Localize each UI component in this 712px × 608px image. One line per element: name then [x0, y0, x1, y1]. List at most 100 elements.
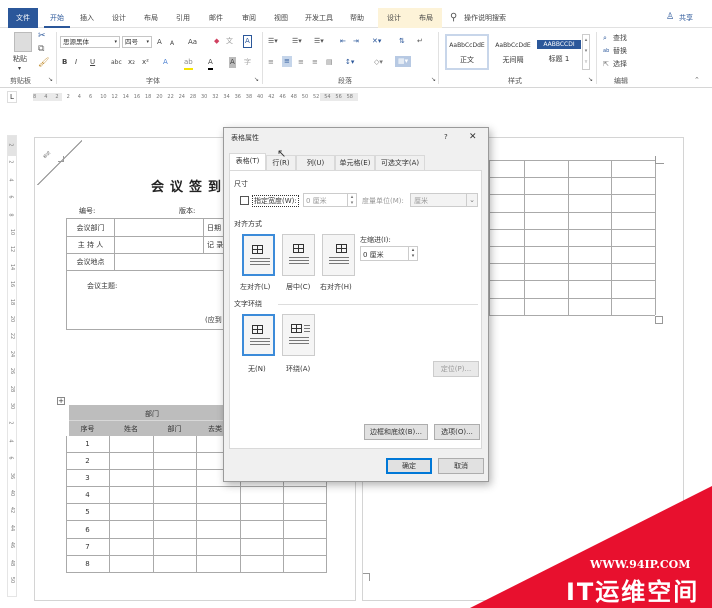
- vertical-ruler[interactable]: 2 2 4 6 8 10 12 14 16 18 20 22 24 26 28 30 2 4 6 36 40 42 44 46…: [7, 135, 17, 597]
- enclose-char-button[interactable]: 字: [244, 57, 251, 68]
- superscript-button[interactable]: x²: [142, 57, 149, 68]
- grow-font-button[interactable]: A: [157, 37, 162, 48]
- char-shading-button[interactable]: A: [229, 57, 236, 68]
- tab-view[interactable]: 视图: [268, 8, 294, 28]
- dialog-tab-cell[interactable]: 单元格(E): [335, 155, 375, 170]
- char-border-button[interactable]: A: [243, 35, 252, 48]
- bold-button[interactable]: B: [62, 57, 67, 68]
- cancel-button[interactable]: 取消: [438, 458, 484, 474]
- horizontal-ruler[interactable]: L 8 4 2 2 4 6 10 12 14 16 18 20 22 24 28 30 32 34 36 38 40 42…: [0, 88, 712, 106]
- align-right-option[interactable]: [322, 234, 355, 276]
- table-resize-handle[interactable]: [655, 316, 663, 324]
- wrap-none-option[interactable]: [242, 314, 275, 356]
- shading-icon[interactable]: ◇▾: [374, 57, 383, 68]
- font-color-button[interactable]: A: [208, 57, 213, 70]
- multilevel-list-icon[interactable]: ☰▾: [314, 36, 324, 47]
- align-right-icon[interactable]: ≡: [298, 57, 304, 68]
- tell-me-search[interactable]: 操作说明搜索: [464, 8, 524, 28]
- borders-icon[interactable]: ▦▾: [395, 56, 412, 67]
- width-spinner[interactable]: ▴ ▾: [347, 194, 356, 206]
- share-button[interactable]: 共享: [676, 8, 696, 28]
- numbering-icon[interactable]: ☰▾: [292, 36, 302, 47]
- select-button[interactable]: 选择: [613, 59, 627, 70]
- page2-table[interactable]: [489, 160, 656, 316]
- strikethrough-button[interactable]: abc: [111, 57, 122, 68]
- font-family-select[interactable]: 思源黑体 ▾: [60, 36, 120, 48]
- indent-spinner[interactable]: ▴ ▾: [408, 247, 417, 260]
- tab-developer[interactable]: 开发工具: [300, 8, 338, 28]
- sort-icon[interactable]: ⇅: [399, 36, 405, 47]
- close-button[interactable]: ✕: [469, 132, 477, 142]
- bullets-icon[interactable]: ☰▾: [268, 36, 278, 47]
- font-launcher-icon[interactable]: ↘: [254, 76, 259, 83]
- options-button[interactable]: 选项(O)...: [434, 424, 480, 440]
- style-no-spacing[interactable]: AaBbCcDdE 无间隔: [491, 34, 535, 70]
- show-marks-icon[interactable]: ↵: [417, 36, 423, 47]
- indent-input[interactable]: 0 厘米 ▴ ▾: [360, 246, 418, 261]
- preferred-width-checkbox[interactable]: [240, 196, 249, 205]
- format-painter-icon[interactable]: 🖌: [38, 58, 49, 69]
- align-left-option[interactable]: [242, 234, 275, 276]
- tab-review[interactable]: 审阅: [236, 8, 262, 28]
- italic-button[interactable]: I: [75, 57, 77, 68]
- clipboard-launcher-icon[interactable]: ↘: [48, 76, 53, 83]
- justify-icon[interactable]: ≡: [312, 57, 318, 68]
- info-row-label: 会议部门: [76, 224, 105, 232]
- borders-shading-button[interactable]: 边框和底纹(B)...: [364, 424, 428, 440]
- align-center-option[interactable]: [282, 234, 315, 276]
- replace-button[interactable]: 替换: [613, 46, 627, 57]
- distributed-icon[interactable]: ▤: [326, 57, 333, 68]
- help-button[interactable]: ?: [444, 133, 448, 141]
- tab-table-design[interactable]: 设计: [378, 8, 410, 28]
- style-heading-1[interactable]: AABBCCDI 标题 1: [537, 34, 581, 70]
- align-center-icon[interactable]: ≡: [282, 56, 292, 67]
- styles-scroll[interactable]: ▴ ▾ ▿: [582, 34, 590, 70]
- positioning-button[interactable]: 定位(P)...: [433, 361, 479, 377]
- select-icon[interactable]: ⇱: [603, 59, 609, 70]
- change-case-button[interactable]: Aa: [188, 37, 197, 48]
- tab-file[interactable]: 文件: [8, 8, 38, 28]
- dialog-tab-column[interactable]: 列(U): [296, 155, 335, 170]
- shrink-font-button[interactable]: A: [170, 38, 174, 49]
- clear-formatting-icon[interactable]: ◆: [214, 36, 219, 47]
- font-size-select[interactable]: 四号 ▾: [122, 36, 152, 48]
- underline-button[interactable]: U: [90, 57, 95, 68]
- tab-table-layout[interactable]: 布局: [410, 8, 442, 28]
- copy-icon[interactable]: ⧉: [38, 44, 44, 55]
- collapse-ribbon-icon[interactable]: ⌃: [694, 76, 700, 84]
- tab-insert[interactable]: 插入: [74, 8, 100, 28]
- find-button[interactable]: 查找: [613, 33, 627, 44]
- tab-home[interactable]: 开始: [44, 8, 70, 28]
- dialog-tab-table[interactable]: 表格(T): [229, 153, 266, 170]
- subscript-button[interactable]: x₂: [128, 57, 135, 68]
- tab-selector-icon[interactable]: L: [7, 91, 17, 103]
- find-icon[interactable]: ⌕: [603, 33, 607, 44]
- paste-icon[interactable]: [14, 32, 32, 52]
- phonetic-guide-icon[interactable]: 文: [226, 36, 233, 47]
- decrease-indent-icon[interactable]: ⇤: [340, 36, 346, 47]
- info-table[interactable]: 会议部门 主 持 人 会议地点 日期 记 录 会议主题: (应到: [66, 218, 227, 330]
- chinese-layout-icon[interactable]: ✕▾: [372, 36, 381, 47]
- tab-help[interactable]: 帮助: [344, 8, 370, 28]
- ok-button[interactable]: 确定: [386, 458, 432, 474]
- tab-references[interactable]: 引用: [170, 8, 196, 28]
- line-spacing-icon[interactable]: ↕▾: [345, 57, 354, 68]
- cut-icon[interactable]: ✂: [38, 31, 46, 42]
- text-effects-button[interactable]: A: [163, 57, 168, 68]
- wrap-around-option[interactable]: [282, 314, 315, 356]
- tab-design[interactable]: 设计: [106, 8, 132, 28]
- width-input[interactable]: 0 厘米 ▴ ▾: [303, 193, 357, 207]
- table-move-handle-icon[interactable]: +: [57, 397, 65, 405]
- align-left-icon[interactable]: ≡: [268, 57, 274, 68]
- dialog-tab-alt-text[interactable]: 可选文字(A): [375, 155, 425, 170]
- tab-mailings[interactable]: 邮件: [203, 8, 229, 28]
- style-normal[interactable]: AaBbCcDdE 正文: [445, 34, 489, 70]
- replace-icon[interactable]: ab: [603, 46, 609, 57]
- styles-launcher-icon[interactable]: ↘: [588, 76, 593, 83]
- paste-dropdown-icon[interactable]: ▾: [18, 63, 21, 74]
- measure-unit-select[interactable]: 厘米 ⌄: [410, 193, 478, 207]
- increase-indent-icon[interactable]: ⇥: [353, 36, 359, 47]
- highlight-button[interactable]: ab: [184, 57, 193, 70]
- tab-layout[interactable]: 布局: [138, 8, 164, 28]
- paragraph-launcher-icon[interactable]: ↘: [431, 76, 436, 83]
